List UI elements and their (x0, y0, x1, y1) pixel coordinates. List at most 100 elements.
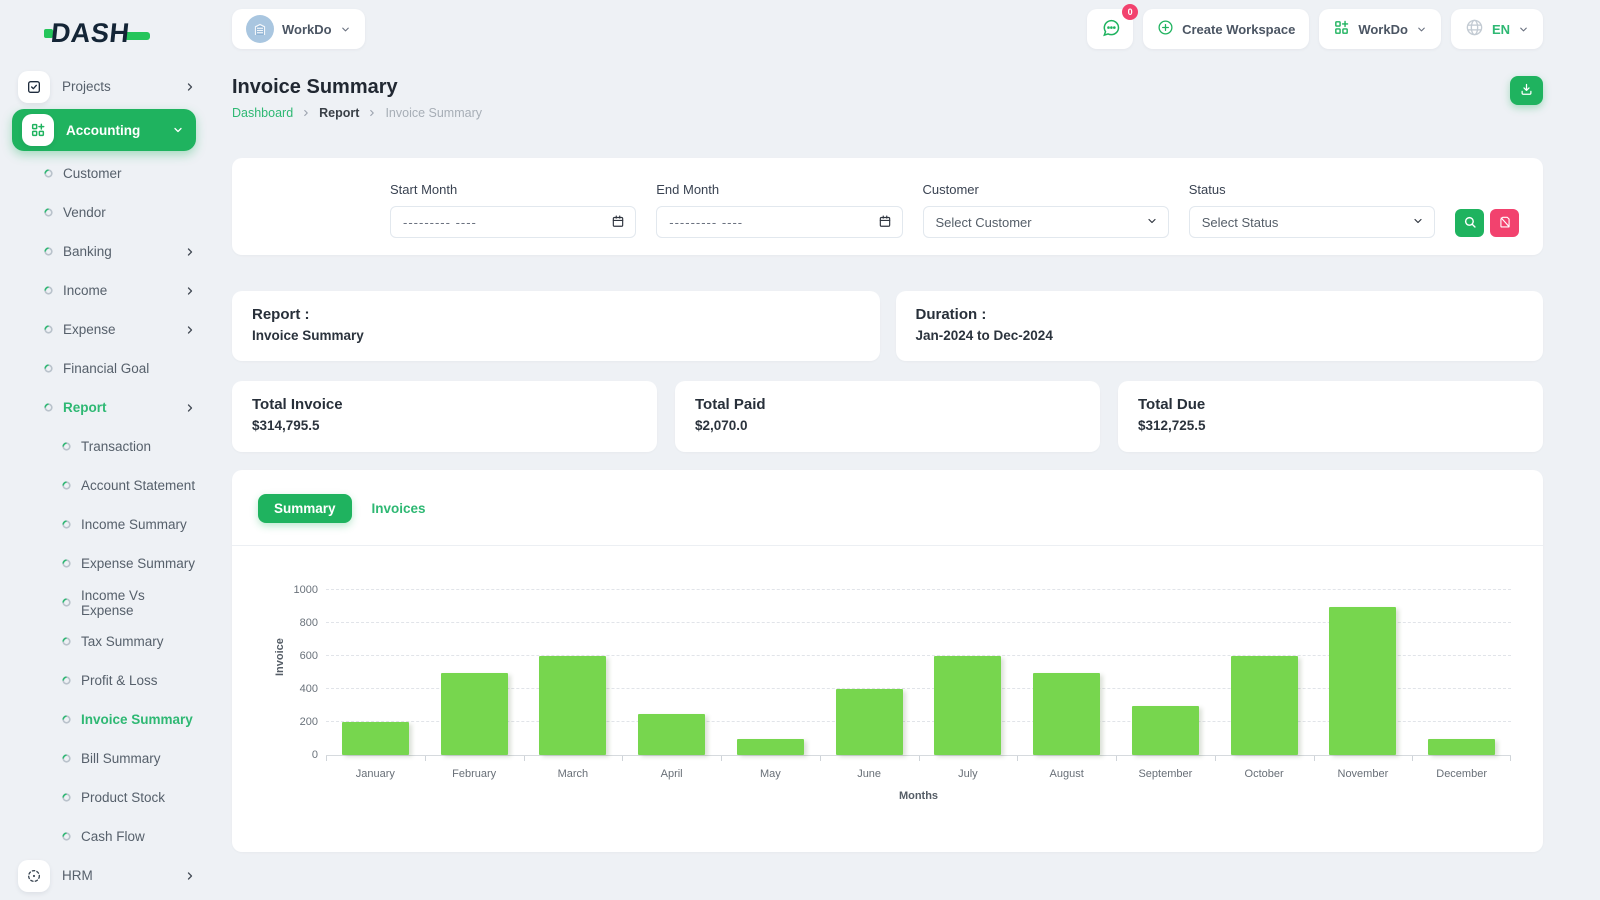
start-month-placeholder: --------- ---- (403, 214, 477, 230)
hrm-icon (18, 859, 50, 892)
chart-bar-november[interactable] (1329, 606, 1397, 755)
chart-bar-september[interactable] (1131, 705, 1199, 755)
chart-slot-september (1116, 590, 1215, 755)
sidebar-item-customer[interactable]: Customer (0, 154, 210, 193)
tab-divider (232, 545, 1543, 546)
sidebar-nav: Projects Accounting Customer Vendor Banking I… (0, 67, 210, 895)
target-icon (44, 208, 53, 217)
sidebar-item-cash-flow[interactable]: Cash Flow (0, 817, 210, 856)
sidebar-item-bill-summary[interactable]: Bill Summary (0, 739, 210, 778)
sidebar-item-product-stock[interactable]: Product Stock (0, 778, 210, 817)
breadcrumb-report: Report (319, 106, 360, 120)
reset-filter-button[interactable] (1490, 209, 1519, 237)
chart-bar-december[interactable] (1428, 738, 1496, 755)
chart-xtick-august: August (1017, 756, 1116, 780)
total-value: $312,725.5 (1138, 418, 1206, 433)
total-card-total-paid: Total Paid $2,070.0 (675, 381, 1100, 452)
chart-slot-december (1412, 590, 1511, 755)
workdo-menu-button[interactable]: WorkDo (1319, 9, 1441, 49)
breadcrumb-invoice-summary: Invoice Summary (385, 106, 482, 120)
apply-filter-button[interactable] (1455, 209, 1484, 237)
end-month-placeholder: --------- ---- (669, 214, 744, 230)
sidebar-item-profit-loss[interactable]: Profit & Loss (0, 661, 210, 700)
sidebar-item-financial-goal[interactable]: Financial Goal (0, 349, 210, 388)
sidebar-item-account-statement[interactable]: Account Statement (0, 466, 210, 505)
brand-logo[interactable]: DASH (44, 18, 210, 49)
chart-xtick-january: January (326, 756, 425, 780)
status-label: Status (1188, 182, 1226, 197)
duration-value: Jan-2024 to Dec-2024 (915, 328, 1053, 343)
chart-slot-june (820, 590, 919, 755)
calendar-icon[interactable] (611, 214, 625, 231)
sidebar-item-label: Income (63, 283, 108, 298)
start-month-input[interactable]: --------- ---- (390, 206, 637, 238)
sidebar-item-label: Profit & Loss (81, 673, 158, 688)
chart-bar-january[interactable] (341, 722, 409, 755)
chart-xtick-october: October (1214, 756, 1314, 780)
status-select[interactable]: Select Status (1188, 206, 1435, 238)
target-icon (62, 715, 71, 724)
chart-bar-may[interactable] (736, 738, 804, 755)
sidebar-item-expense[interactable]: Expense (0, 310, 210, 349)
sidebar-item-hrm[interactable]: HRM (0, 856, 210, 895)
chart-bar-april[interactable] (638, 713, 706, 755)
duration-label: Duration : (915, 306, 987, 323)
reset-icon (1498, 215, 1512, 232)
chart-bars (326, 590, 1511, 755)
workspace-selector[interactable]: WorkDo (232, 9, 365, 49)
sidebar-item-label: Customer (63, 166, 122, 181)
chart-plot: 0 200 400 600 800 1000 (294, 584, 1511, 761)
sidebar-item-label: Bill Summary (81, 751, 161, 766)
sidebar-item-report[interactable]: Report (0, 388, 210, 427)
target-icon (62, 520, 71, 529)
chart-bar-july[interactable] (934, 656, 1002, 755)
messages-badge: 0 (1122, 4, 1139, 20)
plus-circle-icon (1157, 19, 1174, 39)
chart-ytick: 1000 (293, 584, 318, 596)
tab-invoices[interactable]: Invoices (368, 494, 430, 523)
total-label: Total Invoice (252, 396, 343, 413)
topbar-actions: 0 Create Workspace WorkDo EN (1087, 4, 1543, 49)
sidebar-item-income[interactable]: Income (0, 271, 210, 310)
target-icon (62, 442, 71, 451)
chart-xlabels: January February March April May June July Augu… (326, 756, 1511, 780)
totals-row: Total Invoice $314,795.5 Total Paid $2,07… (232, 381, 1543, 452)
chart-bar-june[interactable] (835, 689, 903, 755)
calendar-icon[interactable] (878, 214, 892, 231)
total-label: Total Due (1138, 396, 1206, 413)
chart-bar-march[interactable] (539, 656, 607, 755)
sidebar-item-income-vs-expense[interactable]: Income Vs Expense (0, 583, 210, 622)
tab-summary[interactable]: Summary (258, 494, 352, 523)
start-month-field: Start Month --------- ---- (390, 182, 637, 238)
sidebar-item-accounting[interactable]: Accounting (12, 109, 196, 151)
sidebar-item-label: Transaction (81, 439, 152, 454)
sidebar-item-transaction[interactable]: Transaction (0, 427, 210, 466)
customer-select[interactable]: Select Customer (922, 206, 1169, 238)
tabs: Summary Invoices (258, 494, 1517, 523)
sidebar-item-invoice-summary[interactable]: Invoice Summary (0, 700, 210, 739)
sidebar-item-projects[interactable]: Projects (0, 67, 210, 106)
messages-button[interactable]: 0 (1087, 4, 1139, 49)
create-workspace-button[interactable]: Create Workspace (1143, 9, 1310, 49)
sidebar-item-vendor[interactable]: Vendor (0, 193, 210, 232)
sidebar-item-tax-summary[interactable]: Tax Summary (0, 622, 210, 661)
chart-ytick: 600 (299, 650, 318, 662)
sidebar-item-expense-summary[interactable]: Expense Summary (0, 544, 210, 583)
customer-field: Customer Select Customer (922, 182, 1169, 238)
chart-bar-august[interactable] (1033, 672, 1101, 755)
chart-xtick-june: June (819, 756, 919, 780)
chart-ytick: 200 (299, 716, 318, 728)
search-icon (1463, 215, 1477, 232)
status-select-value: Select Status (1201, 214, 1279, 230)
chart-bar-october[interactable] (1230, 656, 1298, 755)
sidebar-item-label: Expense Summary (81, 556, 196, 571)
grid-icon (1333, 19, 1350, 39)
sidebar-item-income-summary[interactable]: Income Summary (0, 505, 210, 544)
breadcrumb-dashboard[interactable]: Dashboard (232, 106, 293, 120)
chart-bar-february[interactable] (440, 672, 508, 755)
language-selector[interactable]: EN (1450, 9, 1543, 49)
end-month-input[interactable]: --------- ---- (656, 206, 903, 238)
download-report-button[interactable] (1510, 76, 1543, 105)
sidebar-item-banking[interactable]: Banking (0, 232, 210, 271)
chevron-right-icon (184, 870, 196, 882)
